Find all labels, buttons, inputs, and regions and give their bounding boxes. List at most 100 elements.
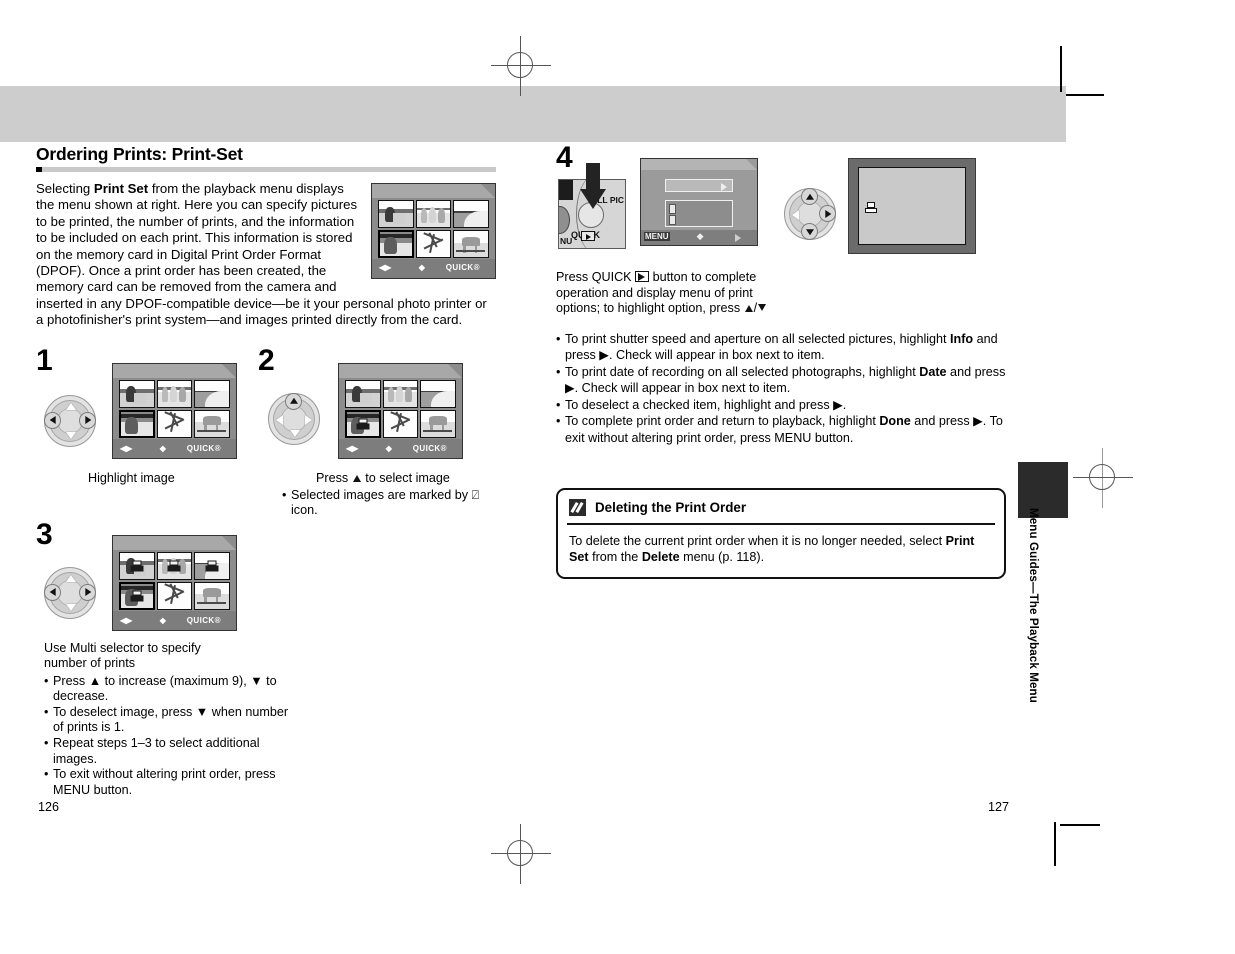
page-number-right: 127 [988, 800, 1010, 814]
page-title: Ordering Prints: Print-Set [36, 144, 249, 165]
registration-mark-bottom [491, 824, 551, 884]
step-4-menu-screenshot: MENU ◆ [640, 158, 758, 246]
print-order-icon [130, 560, 144, 572]
menu-label-partial: NU [560, 236, 573, 246]
print-set-menu-screenshot: ◀▶ ◆ QUICK® [371, 183, 496, 279]
step-4-caption: Press QUICK button to complete operation… [556, 270, 786, 317]
bullet-3-bold: Done [879, 414, 911, 428]
list-item: To print date of recording on all select… [556, 364, 1008, 397]
lcd-quick-indicator: QUICK® [412, 443, 447, 453]
steps-1-2-row: 1 ◀▶ ◆ QUICK® Highlight image 2 ◀▶ ◆ QUI… [36, 345, 496, 517]
page-number-left: 126 [38, 800, 60, 814]
note-body-pre: To delete the current print order when i… [569, 534, 946, 548]
list-item: To complete print order and return to pl… [556, 413, 1008, 446]
bullet-0-pre: To print shutter speed and aperture on a… [565, 331, 951, 346]
print-order-icon [205, 560, 219, 572]
step-2-caption: Press to select image [316, 471, 450, 487]
step-4-camera-illustration: LL PIC QUICK NU [558, 163, 626, 249]
lcd-quick-indicator: QUICK® [186, 615, 221, 625]
right-page: 4 LL PIC QUICK NU [556, 143, 1016, 579]
list-item: Press ▲ to increase (maximum 9), ▼ to de… [44, 674, 296, 705]
step-2-bullets: Selected images are marked by ⍁ icon. [282, 488, 496, 519]
step-2-screenshot: ◀▶ ◆ QUICK® [338, 362, 463, 459]
left-page: Ordering Prints: Print-Set ◀▶ ◆ QUICK® S… [36, 144, 496, 797]
bullet-1-pre: To print date of recording on all select… [565, 364, 920, 379]
step-3-bullets: Press ▲ to increase (maximum 9), ▼ to de… [44, 674, 296, 799]
press-arrow-icon [580, 163, 606, 215]
step-2-caption-post: to select image [361, 470, 450, 485]
crop-mark-horizontal-top [1066, 94, 1104, 96]
step-3: 3 ◀▶ ◆ QUICK® Use Multi selector to spec… [36, 517, 496, 797]
lcd-quick-indicator: QUICK® [445, 263, 480, 273]
bullet-3-pre: To complete print order and return to pl… [565, 414, 880, 428]
step-2-multi-selector [268, 392, 320, 445]
note-title: Deleting the Print Order [595, 500, 747, 515]
print-order-icon [356, 418, 370, 430]
step-3-multi-selector [44, 566, 96, 619]
lcd-left-right-indicator: ◀▶ [120, 615, 133, 625]
step-1-screenshot: ◀▶ ◆ QUICK® [112, 362, 237, 459]
down-arrow-icon [758, 304, 767, 311]
pencil-icon [569, 499, 586, 516]
menu-button-indicator: MENU [644, 232, 670, 241]
title-rule [36, 167, 496, 172]
list-item: To deselect image, press ▼ when number o… [44, 705, 296, 736]
lcd-up-down-indicator: ◆ [159, 615, 166, 625]
print-order-icon [130, 590, 144, 602]
print-order-icon [167, 560, 181, 572]
lcd-up-down-indicator: ◆ [159, 443, 166, 453]
chapter-tab-label: Menu Guides—The Playback Menu [1027, 508, 1040, 703]
intro-paragraph: ◀▶ ◆ QUICK® Selecting Print Set from the… [36, 181, 496, 329]
lcd-quick-indicator: QUICK® [186, 443, 221, 453]
step-3-caption-line1: Use Multi selector to specify [44, 640, 201, 655]
registration-mark-right [1073, 448, 1133, 508]
menu-right-indicator [735, 234, 741, 242]
right-page-bullets: To print shutter speed and aperture on a… [556, 331, 1008, 447]
bullet-2-pre: To deselect a checked item, highlight an… [565, 397, 847, 412]
page-title-block: Ordering Prints: Print-Set [36, 144, 496, 172]
title-rule-cap [36, 167, 42, 172]
step-3-number: 3 [36, 517, 53, 551]
note-body: To delete the current print order when i… [558, 525, 1004, 577]
lcd-left-right-indicator: ◀▶ [120, 443, 133, 453]
registration-mark-top [491, 36, 551, 96]
intro-text-1: Selecting [36, 181, 94, 196]
step-2-caption-pre: Press [316, 470, 352, 485]
list-item: To exit without altering print order, pr… [44, 767, 296, 798]
step-3-caption: Use Multi selector to specify number of … [44, 641, 294, 672]
print-order-icon [865, 198, 877, 216]
up-arrow-icon [352, 474, 361, 482]
intro-bold-print-set: Print Set [93, 181, 149, 196]
list-item: Selected images are marked by ⍁ icon. [282, 488, 496, 519]
playback-icon [581, 231, 595, 241]
note-box-deleting-print-order: Deleting the Print Order To delete the c… [556, 488, 1006, 579]
step-4-result-screenshot [848, 158, 976, 254]
bullet-1-bold: Date [919, 364, 947, 379]
crop-mark-vertical-bottom [1054, 822, 1056, 866]
menu-up-down-indicator: ◆ [696, 231, 704, 241]
up-arrow-icon [744, 305, 753, 312]
note-body-post: menu (p. 118). [679, 550, 765, 564]
lcd-up-down-indicator: ◆ [418, 263, 425, 273]
step-3-screenshot: ◀▶ ◆ QUICK® [112, 534, 237, 631]
crop-mark-horizontal-bottom [1060, 824, 1100, 826]
lcd-left-right-indicator: ◀▶ [379, 263, 392, 273]
note-bold-delete: Delete [641, 550, 680, 564]
step-1-caption: Highlight image [88, 470, 175, 485]
manual-spread: Ordering Prints: Print-Set ◀▶ ◆ QUICK® S… [0, 0, 1235, 954]
playback-key-icon [635, 271, 650, 282]
step-4-multi-selector [784, 188, 836, 240]
note-body-mid: from the [588, 550, 642, 564]
bullet-0-bold: Info [950, 331, 974, 346]
lcd-up-down-indicator: ◆ [385, 443, 392, 453]
crop-mark-vertical-top [1060, 46, 1062, 92]
step-3-caption-line2: number of prints [44, 656, 135, 671]
step-4: 4 LL PIC QUICK NU [556, 143, 1016, 274]
lcd-left-right-indicator: ◀▶ [346, 443, 359, 453]
step-1: 1 ◀▶ ◆ QUICK® Highlight image [36, 345, 258, 485]
list-item: Repeat steps 1–3 to select additional im… [44, 736, 296, 767]
list-item: To print shutter speed and aperture on a… [556, 331, 1008, 364]
step-2: 2 ◀▶ ◆ QUICK® Press to select image • Se… [258, 345, 496, 517]
step-1-multi-selector [44, 394, 96, 447]
list-item: To deselect a checked item, highlight an… [556, 397, 1008, 414]
